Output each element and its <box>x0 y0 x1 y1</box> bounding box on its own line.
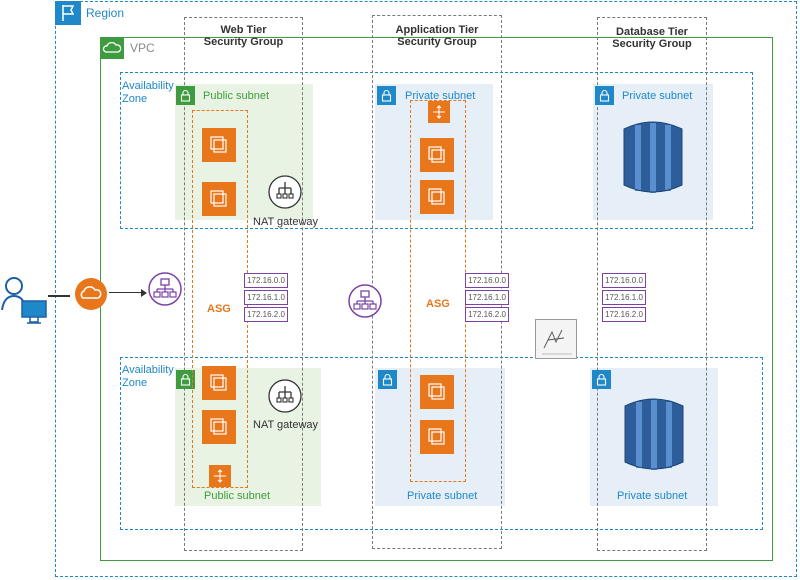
nat-gateway-label: NAT gateway <box>253 419 319 431</box>
asg-label: ASG <box>207 303 231 315</box>
rds-database-icon <box>621 394 687 474</box>
ec2-instance-icon <box>420 180 454 214</box>
lock-icon <box>377 86 396 105</box>
asg-label: ASG <box>426 298 450 310</box>
ec2-auto-scaling-icon <box>428 101 450 123</box>
availability-zone-label: Availability Zone <box>122 80 174 105</box>
app-tier-cidr-list: 172.16.0.0 172.16.1.0 172.16.2.0 <box>465 273 509 322</box>
lock-icon <box>592 370 611 389</box>
vpc-label: VPC <box>130 41 155 55</box>
cidr-block: 172.16.1.0 <box>465 290 509 305</box>
ec2-instance-icon <box>420 375 454 409</box>
cidr-block: 172.16.0.0 <box>602 273 646 288</box>
app-tier-security-group-label: Application Tier Security Group <box>395 24 479 48</box>
cidr-block: 172.16.2.0 <box>244 307 288 322</box>
web-tier-security-group-label: Web Tier Security Group <box>203 24 284 48</box>
user-icon <box>0 276 48 328</box>
availability-zone-label: Availability Zone <box>122 364 174 389</box>
load-balancer-icon <box>147 271 183 307</box>
internet-gateway-icon <box>73 276 109 312</box>
lock-icon <box>378 370 397 389</box>
region-label: Region <box>86 6 125 20</box>
region-flag-icon <box>55 1 81 25</box>
nat-gateway-icon <box>267 378 303 414</box>
private-subnet-label: Private subnet <box>617 490 688 502</box>
lock-icon <box>595 86 614 105</box>
connector-line <box>109 292 145 293</box>
cidr-block: 172.16.0.0 <box>244 273 288 288</box>
lock-icon <box>176 86 195 105</box>
nat-gateway-icon <box>267 174 303 210</box>
ec2-instance-icon <box>202 410 236 444</box>
cidr-block: 172.16.2.0 <box>465 307 509 322</box>
ec2-instance-icon <box>420 138 454 172</box>
connector-line <box>48 295 70 297</box>
cidr-block: 172.16.1.0 <box>602 290 646 305</box>
ec2-instance-icon <box>420 420 454 454</box>
cloud-icon <box>100 37 124 59</box>
ec2-instance-icon <box>202 128 236 162</box>
web-tier-cidr-list: 172.16.0.0 172.16.1.0 172.16.2.0 <box>244 273 288 322</box>
rds-database-icon <box>620 117 686 197</box>
db-tier-security-group-label: Database Tier Security Group <box>612 26 692 50</box>
ec2-instance-icon <box>202 182 236 216</box>
private-subnet-label: Private subnet <box>622 90 693 102</box>
load-balancer-icon <box>347 283 383 319</box>
ec2-instance-icon <box>202 366 236 400</box>
private-subnet-label: Private subnet <box>407 490 478 502</box>
db-tier-cidr-list: 172.16.0.0 172.16.1.0 172.16.2.0 <box>602 273 646 322</box>
ec2-auto-scaling-icon <box>209 465 231 487</box>
cidr-block: 172.16.1.0 <box>244 290 288 305</box>
signature-stamp <box>535 319 577 359</box>
cidr-block: 172.16.2.0 <box>602 307 646 322</box>
public-subnet-label: Public subnet <box>204 490 271 502</box>
nat-gateway-label: NAT gateway <box>253 216 319 228</box>
public-subnet-label: Public subnet <box>203 90 270 102</box>
cidr-block: 172.16.0.0 <box>465 273 509 288</box>
